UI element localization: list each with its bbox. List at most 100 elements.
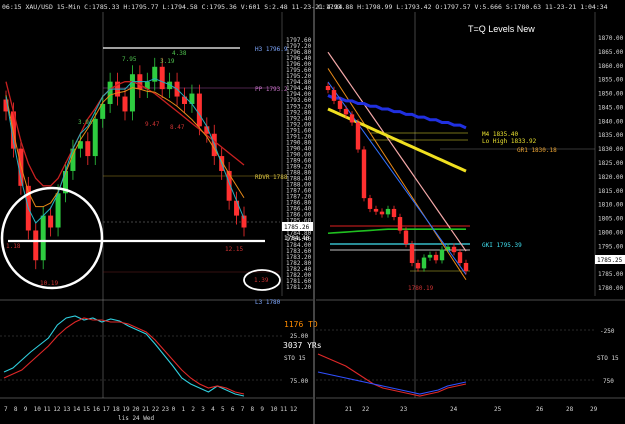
annotation-1: 7.95 [122, 56, 137, 63]
right-price-tick: 1865.00 [598, 49, 624, 56]
annotation-3: 4.38 [172, 50, 187, 57]
annotation-5: 9.47 [145, 121, 160, 128]
candle-body [85, 141, 91, 157]
right-x-tick: 22 [362, 406, 370, 413]
candle-body [361, 149, 367, 199]
right-price-tick: 1810.00 [598, 202, 624, 209]
candle-body [391, 208, 397, 218]
left-x-tick: 22 [152, 406, 160, 413]
right-x-tick: 29 [590, 406, 598, 413]
candle-body [463, 262, 469, 272]
label-gr1: GR1 1830.18 [517, 147, 557, 154]
candle-body [234, 200, 240, 216]
left-x-tick: 9 [260, 406, 264, 413]
left-x-tick: 3 [201, 406, 205, 413]
candle-body [129, 74, 135, 112]
right-osc-bot: 750 [603, 378, 614, 385]
label-rdvr: RDVR 1788 [255, 174, 288, 181]
left-price-axis: 1797.601797.201796.801796.401796.001795.… [286, 37, 312, 291]
left-x-tick: 1 [182, 406, 186, 413]
right-x-tick: 23 [400, 406, 408, 413]
left-x-tick: 2 [191, 406, 195, 413]
left-x-tick: 18 [112, 406, 120, 413]
right-osc-red-line [317, 353, 467, 397]
annotation-10: 1.39 [254, 277, 269, 284]
candle-body [445, 246, 451, 250]
right-x-tick: 25 [494, 406, 502, 413]
right-ma-pink-line [327, 51, 467, 252]
candle-body [397, 217, 403, 231]
left-x-tick: 11 [43, 406, 51, 413]
left-x-tick: 9 [24, 406, 28, 413]
candle-body [33, 230, 39, 261]
left-x-tick: 7 [241, 406, 245, 413]
right-price-tick: 1850.00 [598, 91, 624, 98]
left-x-tick: 20 [132, 406, 140, 413]
candle-body [379, 211, 385, 215]
label-lh: Lo High 1833.92 [482, 138, 537, 145]
left-x-tick: 12 [290, 406, 298, 413]
left-x-tick: 16 [93, 406, 101, 413]
left-x-tick: 12 [53, 406, 61, 413]
annotation-4: 3.91 [78, 119, 93, 126]
candle-body [196, 93, 202, 127]
right-x-axis: 21 22 23 24 25 26 28 29 [345, 406, 598, 413]
left-x-tick: 11 [280, 406, 288, 413]
candle-body [421, 257, 427, 269]
right-price-tick: 1815.00 [598, 188, 624, 195]
annotation-6: 8.47 [170, 124, 185, 131]
candle-body [457, 252, 463, 263]
left-x-tick: 4 [211, 406, 215, 413]
osc-75: 75.00 [290, 378, 308, 385]
left-x-tick: 10 [270, 406, 278, 413]
right-header: C:1793.88 H:1798.99 L:1793.42 O:1797.57 … [318, 3, 608, 11]
right-osc-sto: STO 15 [597, 355, 619, 362]
label-pp: PP 1793.2 [255, 86, 288, 93]
right-title: T=Q Levels New [468, 24, 535, 34]
right-price-tick: 1780.00 [598, 285, 624, 292]
right-price-tick: 1820.00 [598, 174, 624, 181]
candle-body [331, 90, 337, 101]
left-price-tick: 1781.20 [286, 284, 312, 291]
label-gki: GKI 1795.39 [482, 242, 522, 249]
annotation-7: 12.15 [225, 246, 243, 253]
left-x-tick: 13 [63, 406, 71, 413]
candle-body [349, 114, 355, 123]
right-price-tick: 1845.00 [598, 104, 624, 111]
right-price-axis: 1870.00 1865.00 1860.00 1855.00 1850.00 1845.… [598, 35, 624, 292]
left-x-tick: 10 [34, 406, 42, 413]
left-x-sub: lis 24 Wed [118, 415, 155, 422]
left-x-tick: 21 [142, 406, 150, 413]
left-x-tick: 6 [231, 406, 235, 413]
right-x-tick: 21 [345, 406, 353, 413]
left-x-tick: 7 [4, 406, 8, 413]
right-price-tick: 1840.00 [598, 118, 624, 125]
left-x-tick: 23 [162, 406, 170, 413]
left-chart-panel: 06:15 XAU/USD 15-Min C:1785.33 H:1795.77… [0, 0, 343, 424]
candle-body [337, 100, 343, 109]
right-chart-panel: C:1793.88 H:1798.99 L:1793.42 O:1797.57 … [316, 3, 625, 413]
right-price-tick: 1855.00 [598, 77, 624, 84]
left-x-tick: 15 [83, 406, 91, 413]
right-price-tick: 1830.00 [598, 146, 624, 153]
right-price-tick: 1795.00 [598, 243, 624, 250]
right-x-tick: 28 [566, 406, 574, 413]
candle-body [439, 249, 445, 261]
right-osc-blue-line [317, 371, 467, 395]
candle-body [92, 118, 98, 157]
candle-body [40, 215, 46, 261]
right-oscillator: -250 STO 15 750 [316, 328, 619, 397]
label-m4: M4 1835.40 [482, 131, 519, 138]
candle-body [433, 254, 439, 261]
annotation-2: 3.19 [160, 58, 175, 65]
candle-body [325, 85, 331, 91]
candle-body [48, 215, 54, 228]
annotation-8: 1.18 [6, 243, 21, 250]
left-x-tick: 17 [103, 406, 111, 413]
right-price-tick: 1825.00 [598, 160, 624, 167]
left-price-readout: 1784.40 [284, 235, 310, 242]
label-low: 1780.19 [408, 285, 434, 292]
right-price-badge: 1785.25 [597, 257, 623, 264]
candle-body [367, 198, 373, 209]
right-x-tick: 26 [536, 406, 544, 413]
